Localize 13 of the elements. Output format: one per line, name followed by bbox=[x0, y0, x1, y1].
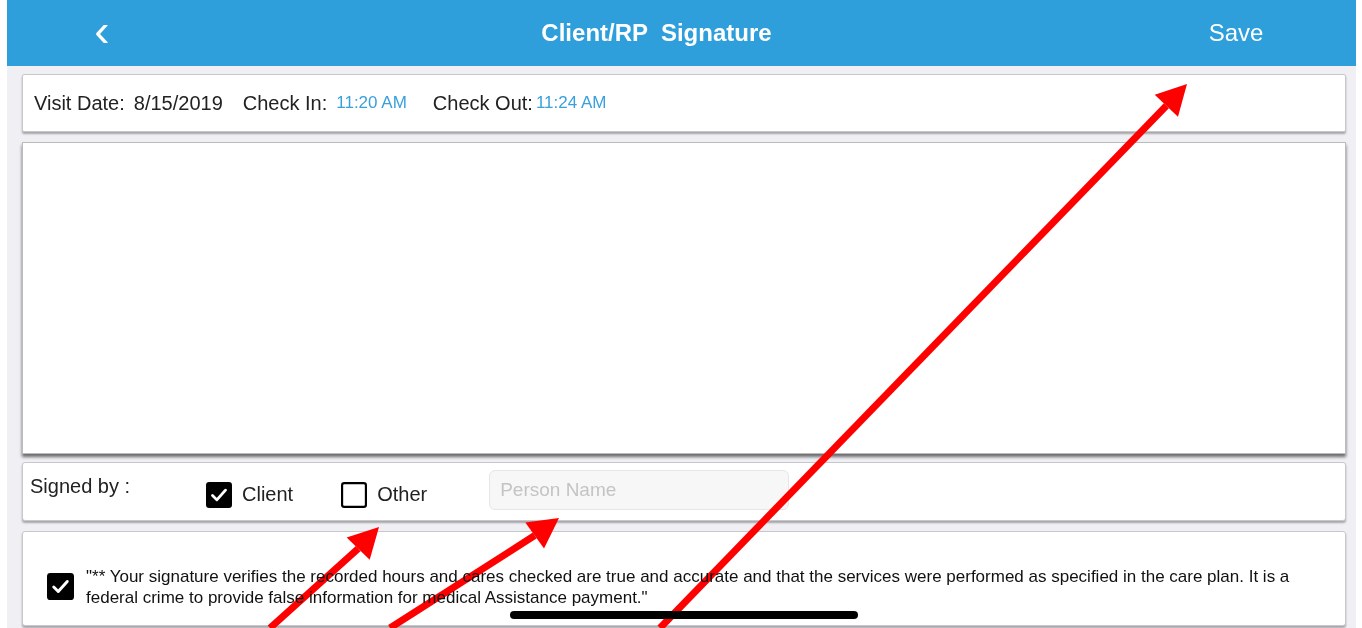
time-value: 11:24 AM bbox=[535, 93, 607, 113]
date-value: 8/15/2019 bbox=[133, 91, 223, 115]
time-value: 11:20 AM bbox=[336, 93, 407, 113]
page-title: Client/RP Signature bbox=[540, 19, 773, 47]
checkbox[interactable] bbox=[341, 481, 368, 508]
field-label: Check Out: bbox=[432, 91, 533, 115]
checkbox-label[interactable]: Client bbox=[242, 483, 294, 506]
field-label: Check In: bbox=[242, 91, 328, 115]
field-label: Visit Date: bbox=[34, 91, 125, 115]
checkbox-label[interactable]: Other bbox=[377, 483, 428, 506]
checkbox[interactable] bbox=[47, 573, 74, 600]
signed-by-label: Signed by : bbox=[30, 475, 132, 498]
checkbox[interactable] bbox=[206, 481, 232, 508]
